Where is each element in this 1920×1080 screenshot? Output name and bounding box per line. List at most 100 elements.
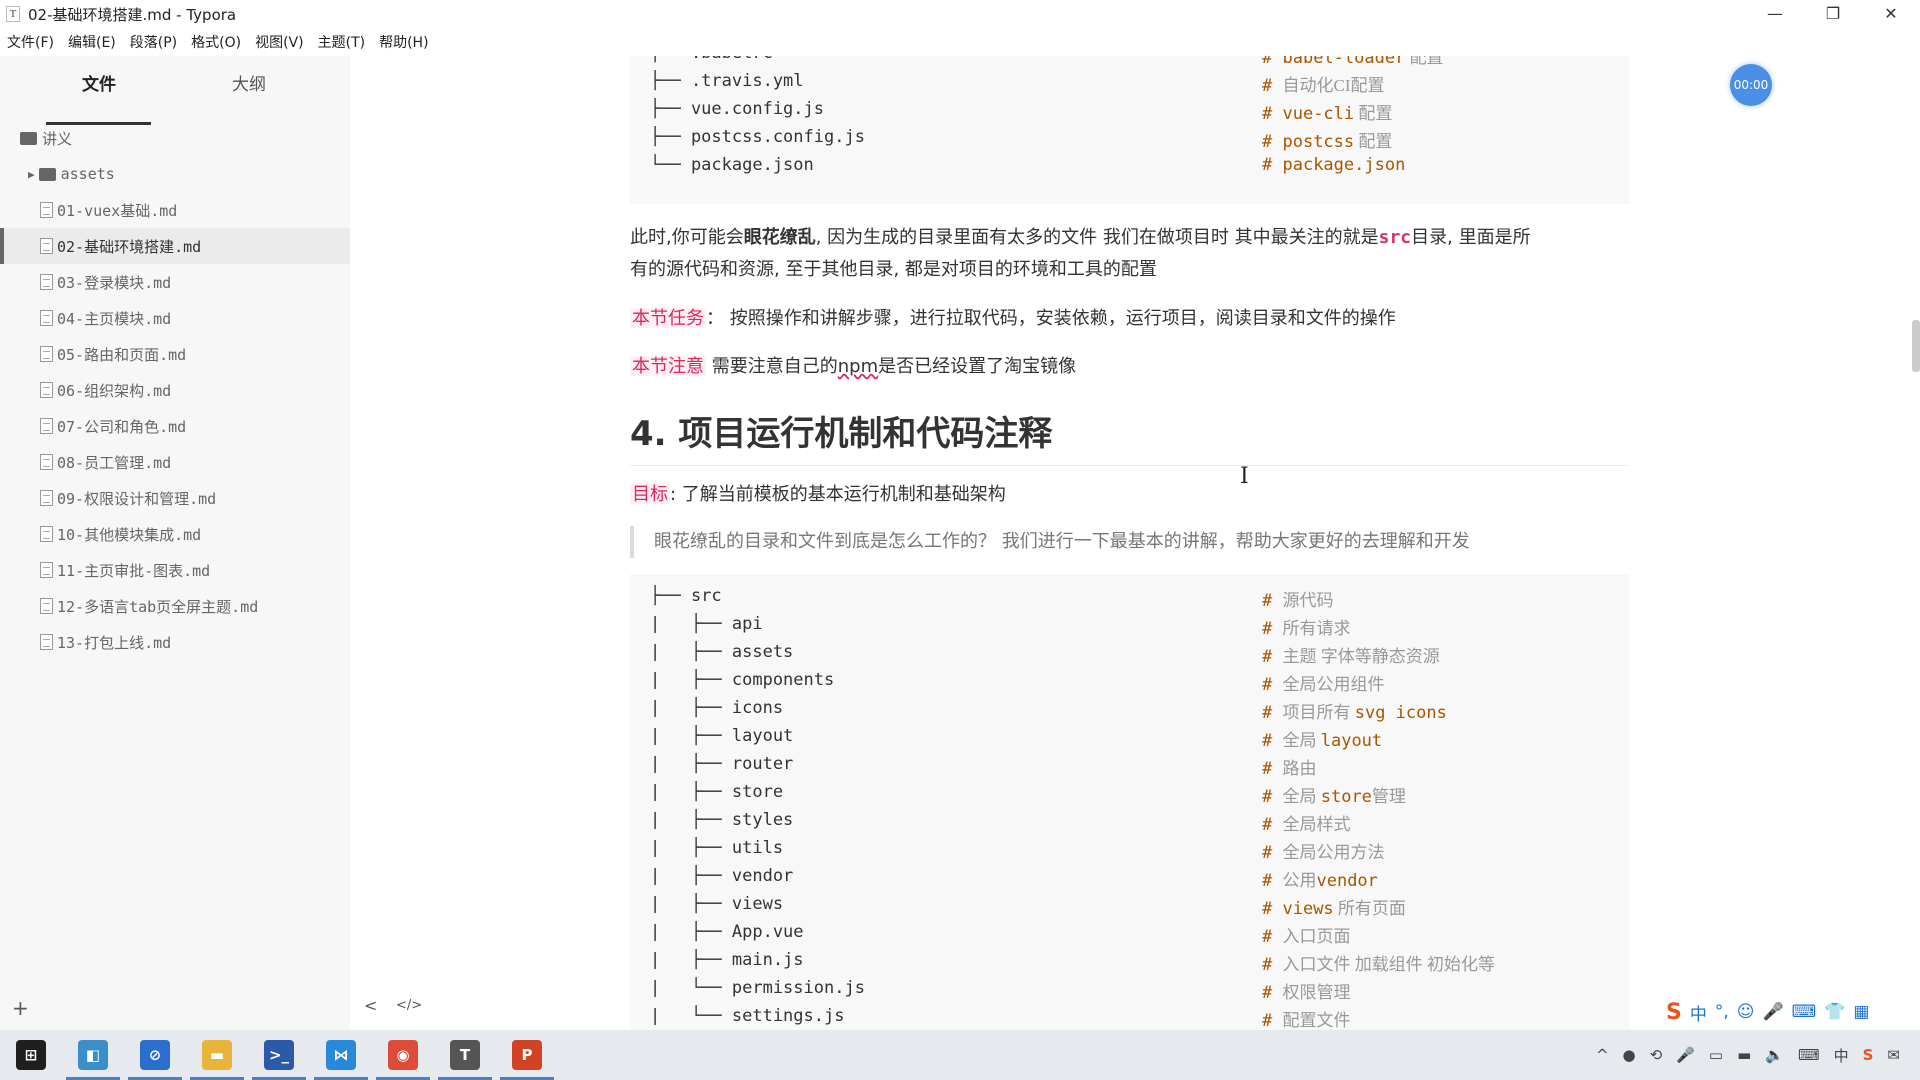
add-file-button[interactable]: +	[12, 996, 29, 1020]
comment-keyword: babel-loader	[1282, 56, 1406, 68]
file-label: 10-其他模块集成.md	[57, 525, 202, 544]
editor-content[interactable]: ├── .babelrc # babel-loader 配置 ├── .travis…	[350, 56, 1920, 1030]
file-item[interactable]: 01-vuex基础.md	[0, 192, 350, 228]
ime-emoji-icon[interactable]: ☺	[1737, 1002, 1755, 1022]
document-icon	[40, 454, 53, 470]
menu-edit[interactable]: 编辑(E)	[61, 30, 123, 56]
taskbar-chrome[interactable]: ◉	[372, 1030, 434, 1080]
chrome-icon: ◉	[388, 1040, 418, 1070]
file-item[interactable]: 11-主页审批-图表.md	[0, 552, 350, 588]
volume-icon[interactable]: 🔈	[1765, 1046, 1784, 1064]
code-comment: # 配置文件	[1262, 1006, 1350, 1030]
ime-chinese-mode[interactable]: 中	[1690, 1000, 1707, 1025]
tab-files[interactable]: 文件	[82, 70, 116, 95]
file-item[interactable]: 10-其他模块集成.md	[0, 516, 350, 552]
paragraph-intro: 此时,你可能会眼花缭乱, 因为生成的目录里面有太多的文件 我们在做项目时 其中最…	[630, 222, 1630, 286]
taskbar-windows-start[interactable]: ⊞	[0, 1030, 62, 1080]
sogou-logo-icon[interactable]: S	[1666, 1000, 1682, 1025]
taskbar-powershell[interactable]: >_	[248, 1030, 310, 1080]
taskbar-typora[interactable]: T	[434, 1030, 496, 1080]
tray-expand-icon[interactable]: ^	[1596, 1046, 1609, 1064]
file-item[interactable]: 05-路由和页面.md	[0, 336, 350, 372]
file-item[interactable]: 03-登录模块.md	[0, 264, 350, 300]
taskbar-file-explorer[interactable]: ▬	[186, 1030, 248, 1080]
chevron-right-icon[interactable]: ▶	[28, 168, 35, 181]
typora-app-icon: T	[6, 6, 20, 22]
code-tree-text: | ├── utils	[650, 838, 784, 858]
code-tree-text: ├── .travis.yml	[650, 71, 804, 91]
input-language-icon[interactable]: 中	[1834, 1045, 1849, 1066]
comment-keyword: vue-cli	[1282, 104, 1355, 124]
document-icon	[40, 238, 53, 254]
menu-view[interactable]: 视图(V)	[248, 30, 311, 56]
taskbar-app-1[interactable]: ◧	[62, 1030, 124, 1080]
file-item[interactable]: 07-公司和角色.md	[0, 408, 350, 444]
ime-toolbox-icon[interactable]: ▦	[1853, 1002, 1869, 1022]
file-label: 05-路由和页面.md	[57, 345, 187, 364]
code-block-config[interactable]: ├── .babelrc # babel-loader 配置 ├── .travis…	[630, 56, 1630, 204]
code-tree-text: | └── permission.js	[650, 978, 865, 998]
system-tray: ^ ● ⟲ 🎤 ▭ ▬ 🔈 ⌨ 中 S ✉	[1589, 1030, 1920, 1080]
comment-text: 入口页面	[1282, 927, 1351, 946]
file-item[interactable]: 02-基础环境搭建.md	[0, 228, 350, 264]
restore-button[interactable]: ❐	[1804, 0, 1862, 28]
menu-file[interactable]: 文件(F)	[0, 30, 61, 56]
comment-hash: #	[1262, 787, 1283, 807]
ime-skin-icon[interactable]: 👕	[1824, 1002, 1845, 1022]
folder-assets[interactable]: ▶ assets	[0, 156, 350, 192]
typora-icon: T	[450, 1040, 480, 1070]
file-item[interactable]: 09-权限设计和管理.md	[0, 480, 350, 516]
comment-text: 所有请求	[1282, 619, 1351, 638]
tray-app-icon[interactable]: ●	[1623, 1046, 1636, 1064]
comment-hash: #	[1262, 843, 1283, 863]
taskbar-app-2[interactable]: ⊘	[124, 1030, 186, 1080]
recording-timer[interactable]: 00:00	[1730, 64, 1772, 106]
ime-voice-icon[interactable]: 🎤	[1763, 1002, 1784, 1022]
comment-hash: #	[1262, 56, 1283, 68]
close-button[interactable]: ✕	[1862, 0, 1920, 28]
note-tag: 本节注意	[630, 356, 706, 376]
bold-text: 眼花缭乱	[743, 227, 816, 248]
taskbar-powerpoint[interactable]: P	[496, 1030, 558, 1080]
display-icon[interactable]: ▭	[1709, 1046, 1723, 1064]
ime-keyboard-icon[interactable]: ⌨	[1792, 1002, 1817, 1022]
comment-keyword: store	[1320, 787, 1372, 807]
taskbar-vscode[interactable]: ⋈	[310, 1030, 372, 1080]
file-label: 06-组织架构.md	[57, 381, 172, 400]
file-item[interactable]: 13-打包上线.md	[0, 624, 350, 660]
file-item[interactable]: 08-员工管理.md	[0, 444, 350, 480]
document-icon	[40, 310, 53, 326]
file-item[interactable]: 06-组织架构.md	[0, 372, 350, 408]
folder-root[interactable]: 讲义	[0, 120, 350, 156]
code-tree-text: | └── settings.js	[650, 1006, 845, 1026]
code-tree-text: | ├── store	[650, 782, 784, 802]
scrollbar-thumb[interactable]	[1912, 320, 1920, 372]
tray-sync-icon[interactable]: ⟲	[1650, 1046, 1663, 1064]
menu-help[interactable]: 帮助(H)	[372, 30, 435, 56]
notification-icon[interactable]: ✉	[1887, 1046, 1900, 1064]
microphone-icon[interactable]: 🎤	[1676, 1046, 1695, 1064]
comment-hash: #	[1262, 955, 1283, 975]
comment-hash: #	[1262, 871, 1283, 891]
menu-format[interactable]: 格式(O)	[184, 30, 248, 56]
file-item[interactable]: 04-主页模块.md	[0, 300, 350, 336]
tab-outline[interactable]: 大纲	[232, 70, 266, 95]
comment-text: 源代码	[1282, 591, 1334, 610]
text: 此时,你可能会	[630, 227, 744, 248]
ime-punctuation-icon[interactable]: °,	[1715, 1002, 1729, 1022]
sidebar-footer: + < </>	[0, 990, 422, 1030]
file-item[interactable]: 12-多语言tab页全屏主题.md	[0, 588, 350, 624]
sogou-tray-icon[interactable]: S	[1863, 1046, 1874, 1064]
minimize-button[interactable]: —	[1746, 0, 1804, 28]
keyboard-icon[interactable]: ⌨	[1798, 1046, 1820, 1064]
text: ： 按照操作和讲解步骤，进行拉取代码，安装依赖，运行项目，阅读目录和文件的操作	[706, 308, 1396, 329]
text: 目录, 里面是所	[1411, 227, 1531, 248]
menu-theme[interactable]: 主题(T)	[311, 30, 372, 56]
code-tree-text: | ├── assets	[650, 642, 794, 662]
file-tree: 讲义 ▶ assets 01-vuex基础.md 02-基础环境搭建.md 03-登…	[0, 120, 350, 660]
document-icon	[40, 634, 53, 650]
battery-icon[interactable]: ▬	[1737, 1046, 1751, 1064]
menu-paragraph[interactable]: 段落(P)	[123, 30, 184, 56]
comment-text: 主题 字体等静态资源	[1282, 647, 1440, 666]
code-block-src[interactable]: ├── src # 源代码 | ├── api # 所有请求 | ├── assets #…	[630, 574, 1630, 1030]
